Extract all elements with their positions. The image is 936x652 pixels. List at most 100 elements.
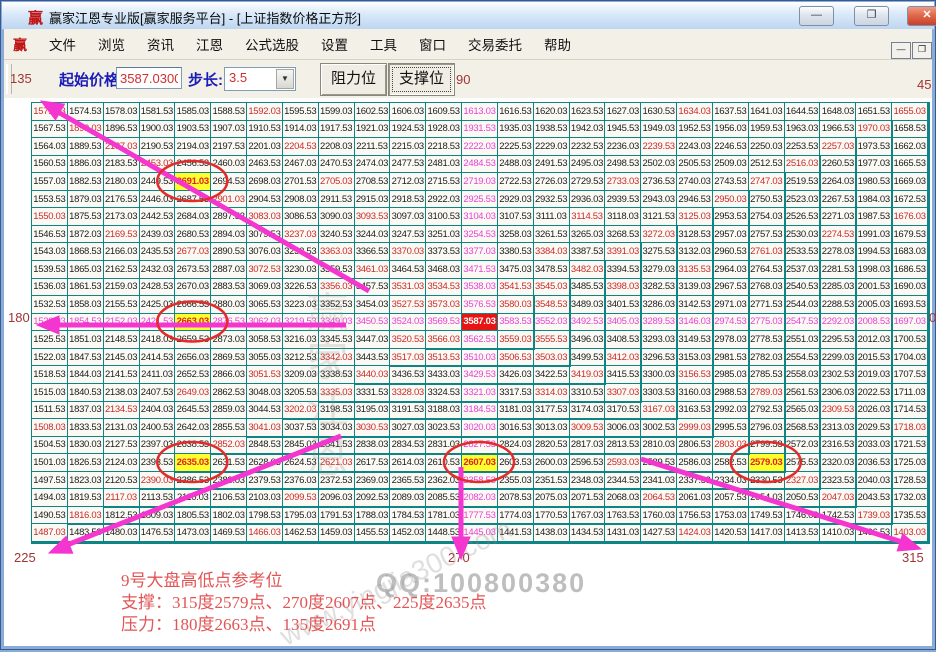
- grid-cell: 1767.03: [570, 507, 606, 525]
- grid-cell: 1963.03: [785, 121, 821, 139]
- grid-cell: 3125.03: [677, 208, 713, 226]
- grid-cell: 2390.03: [140, 472, 176, 490]
- grid-cell: 1977.03: [856, 156, 892, 174]
- grid-cell: 1497.53: [32, 472, 68, 490]
- grid-cell: 2292.03: [820, 314, 856, 332]
- step-combobox[interactable]: 3.5 ▼: [224, 67, 296, 91]
- grid-cell: 2050.53: [785, 489, 821, 507]
- start-price-input[interactable]: [116, 67, 182, 89]
- menu-item-9[interactable]: 帮助: [533, 30, 582, 58]
- menu-item-0[interactable]: 文件: [38, 30, 87, 58]
- grid-cell: 2558.03: [785, 366, 821, 384]
- grid-cell: 3324.53: [426, 384, 462, 402]
- menu-item-6[interactable]: 工具: [359, 30, 408, 58]
- grid-cell: 1886.03: [68, 156, 104, 174]
- grid-cell: 2407.53: [140, 384, 176, 402]
- grid-cell: 2435.53: [140, 243, 176, 261]
- grid-cell: 3198.53: [319, 402, 355, 420]
- grid-cell: 2264.03: [820, 173, 856, 191]
- grid-cell: 2572.03: [785, 437, 821, 455]
- grid-cell: 1987.53: [856, 208, 892, 226]
- grid-cell: 2575.53: [785, 454, 821, 472]
- grid-cell: 2673.53: [175, 261, 211, 279]
- grid-cell: 2694.53: [211, 173, 247, 191]
- grid-cell: 2082.03: [462, 489, 498, 507]
- menu-item-2[interactable]: 资讯: [136, 30, 185, 58]
- grid-cell: 1634.03: [677, 103, 713, 121]
- grid-cell: 1686.53: [892, 261, 928, 279]
- grid-cell: 2159.03: [104, 279, 140, 297]
- mdi-minimize-button[interactable]: —: [891, 42, 911, 59]
- grid-cell: 1588.53: [211, 103, 247, 121]
- minimize-button[interactable]: —: [799, 6, 834, 26]
- grid-cell: 3443.53: [355, 349, 391, 367]
- grid-cell: 1536.03: [32, 279, 68, 297]
- grid-cell: 2999.03: [677, 419, 713, 437]
- grid-cell: 2285.03: [820, 279, 856, 297]
- grid-cell: 3233.53: [283, 243, 319, 261]
- menu-item-4[interactable]: 公式选股: [234, 30, 310, 58]
- grid-cell: 2204.53: [283, 138, 319, 156]
- grid-cell: 1742.53: [820, 507, 856, 525]
- grid-cell: 2768.03: [749, 279, 785, 297]
- grid-cell: 2302.53: [820, 366, 856, 384]
- grid-cell: 3058.53: [247, 331, 283, 349]
- grid-cell: 1749.53: [749, 507, 785, 525]
- grid-cell: 3002.53: [641, 419, 677, 437]
- grid-cell: 2341.03: [641, 472, 677, 490]
- grid-cell: 1462.53: [283, 524, 319, 542]
- grid-cell: 2936.03: [570, 191, 606, 209]
- grid-cell: 1669.03: [892, 173, 928, 191]
- support-button[interactable]: 支撑位: [388, 63, 455, 96]
- menu-item-7[interactable]: 窗口: [408, 30, 457, 58]
- grid-cell: 3489.03: [570, 296, 606, 314]
- grid-cell: 2792.53: [749, 402, 785, 420]
- menu-item-5[interactable]: 设置: [310, 30, 359, 58]
- grid-cell: 3254.53: [462, 226, 498, 244]
- degree-label-180: 180: [8, 310, 30, 325]
- grid-cell: 1928.03: [426, 121, 462, 139]
- mdi-restore-button[interactable]: ❐: [912, 42, 932, 59]
- grid-cell: 3321.03: [462, 384, 498, 402]
- maximize-button[interactable]: ❐: [854, 6, 889, 26]
- grid-cell: 2533.53: [785, 243, 821, 261]
- grid-cell: 2813.53: [605, 437, 641, 455]
- grid-cell: 1518.53: [32, 366, 68, 384]
- grid-cell: 1945.53: [605, 121, 641, 139]
- close-button[interactable]: ✕: [907, 6, 936, 26]
- chevron-down-icon[interactable]: ▼: [276, 69, 294, 89]
- grid-cell: 1865.03: [68, 261, 104, 279]
- grid-cell: 3377.03: [462, 243, 498, 261]
- grid-cell: 1707.53: [892, 366, 928, 384]
- grid-cell: 2904.53: [247, 191, 283, 209]
- grid-cell: 3167.03: [641, 402, 677, 420]
- grid-cell: 3097.03: [390, 208, 426, 226]
- grid-cell: 2775.03: [749, 314, 785, 332]
- grid-cell: 1938.53: [534, 121, 570, 139]
- grid-cell: 2827.53: [462, 437, 498, 455]
- grid-cell: 3310.53: [570, 384, 606, 402]
- grid-cell: 3223.03: [283, 296, 319, 314]
- grid-cell: 1609.53: [426, 103, 462, 121]
- grid-cell: 1452.03: [390, 524, 426, 542]
- grid-cell: 2656.03: [175, 349, 211, 367]
- grid-cell: 3237.03: [283, 226, 319, 244]
- menu-item-3[interactable]: 江恩: [185, 30, 234, 58]
- grid-cell: 2225.53: [498, 138, 534, 156]
- grid-cell: 2306.03: [820, 384, 856, 402]
- grid-cell: 1648.03: [820, 103, 856, 121]
- degree-label-0: 0: [929, 310, 936, 325]
- grid-cell: 1441.53: [498, 524, 534, 542]
- grid-cell: 3226.53: [283, 279, 319, 297]
- grid-cell: 2547.53: [785, 314, 821, 332]
- grid-cell: 2162.53: [104, 261, 140, 279]
- grid-cell: 2134.53: [104, 402, 140, 420]
- grid-cell: 1445.03: [462, 524, 498, 542]
- grid-cell: 3419.03: [570, 366, 606, 384]
- grid-cell: 2586.03: [677, 454, 713, 472]
- menu-item-1[interactable]: 浏览: [87, 30, 136, 58]
- resistance-button[interactable]: 阻力位: [320, 63, 387, 96]
- grid-cell: 1991.03: [856, 226, 892, 244]
- grid-cell: 2054.03: [749, 489, 785, 507]
- menu-item-8[interactable]: 交易委托: [457, 30, 533, 58]
